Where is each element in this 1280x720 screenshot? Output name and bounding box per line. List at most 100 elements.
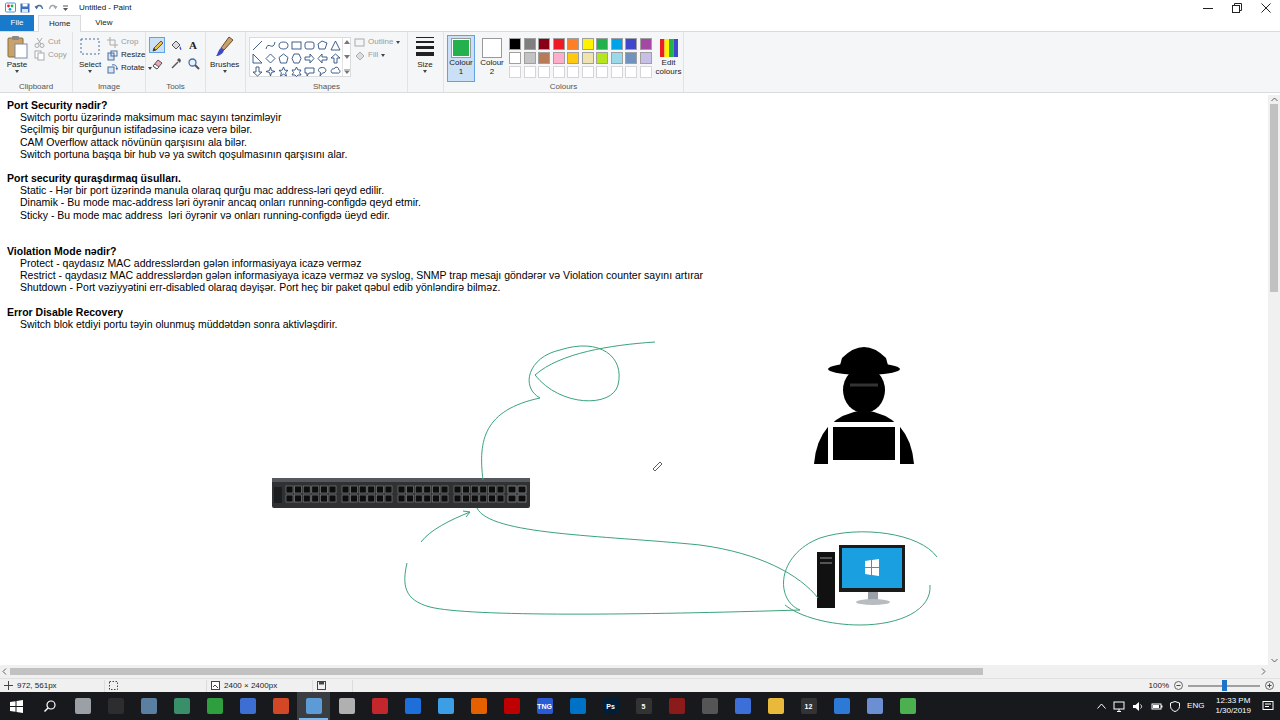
palette-colour[interactable] xyxy=(567,66,579,78)
palette-colour[interactable] xyxy=(509,38,521,50)
taskbar-app[interactable]: 5 xyxy=(627,692,660,720)
shape-icon[interactable] xyxy=(316,39,328,51)
scroll-up-icon[interactable] xyxy=(1271,95,1278,104)
taskbar-app[interactable] xyxy=(297,692,330,720)
palette-colour[interactable] xyxy=(567,38,579,50)
file-menu[interactable]: File xyxy=(0,15,34,31)
taskbar-app[interactable] xyxy=(396,692,429,720)
shape-icon[interactable] xyxy=(316,65,328,77)
text-tool[interactable]: A xyxy=(185,37,201,53)
dropdown-arrow-icon[interactable] xyxy=(381,54,385,57)
dropdown-arrow-icon[interactable] xyxy=(423,70,427,73)
palette-colour[interactable] xyxy=(582,38,594,50)
notifications-icon[interactable] xyxy=(1262,700,1274,712)
taskbar-app[interactable]: TNG xyxy=(528,692,561,720)
scroll-down-icon[interactable] xyxy=(1271,656,1278,665)
more-icon[interactable] xyxy=(344,69,350,74)
save-icon[interactable] xyxy=(20,3,30,13)
zoom-in-icon[interactable] xyxy=(1265,681,1274,690)
colour2-button[interactable]: Colour 2 xyxy=(478,35,506,82)
palette-colour[interactable] xyxy=(538,66,550,78)
network-icon[interactable] xyxy=(1113,701,1125,712)
pencil-tool[interactable] xyxy=(149,37,165,53)
palette-colour[interactable] xyxy=(553,52,565,64)
palette-colour[interactable] xyxy=(625,38,637,50)
taskbar-app[interactable] xyxy=(363,692,396,720)
zoom-slider[interactable] xyxy=(1188,685,1260,687)
palette-colour[interactable] xyxy=(596,52,608,64)
fill-tool[interactable] xyxy=(167,37,183,53)
palette-colour[interactable] xyxy=(524,52,536,64)
eraser-tool[interactable] xyxy=(149,55,165,71)
taskbar-app[interactable] xyxy=(660,692,693,720)
shape-icon[interactable] xyxy=(277,52,289,64)
palette-colour[interactable] xyxy=(611,38,623,50)
undo-icon[interactable] xyxy=(34,3,44,13)
palette-colour[interactable] xyxy=(640,52,652,64)
taskbar-app[interactable] xyxy=(330,692,363,720)
shape-icon[interactable] xyxy=(264,52,276,64)
scroll-track[interactable] xyxy=(10,665,1258,678)
shape-icon[interactable] xyxy=(329,65,341,77)
close-button[interactable] xyxy=(1251,0,1280,15)
shape-icon[interactable] xyxy=(264,65,276,77)
dropdown-arrow-icon[interactable] xyxy=(88,70,92,73)
search-button[interactable] xyxy=(33,692,66,720)
scroll-track[interactable] xyxy=(1268,104,1280,656)
shape-icon[interactable] xyxy=(316,52,328,64)
taskbar-app[interactable] xyxy=(198,692,231,720)
palette-colour[interactable] xyxy=(596,66,608,78)
shield-icon[interactable] xyxy=(1170,701,1180,712)
dropdown-arrow-icon[interactable] xyxy=(396,41,400,44)
palette-colour[interactable] xyxy=(640,38,652,50)
taskbar-app[interactable] xyxy=(165,692,198,720)
colour1-button[interactable]: Colour 1 xyxy=(447,35,475,82)
taskbar-app[interactable] xyxy=(99,692,132,720)
select-button[interactable]: Select xyxy=(76,35,104,82)
taskbar-app[interactable] xyxy=(264,692,297,720)
shape-icon[interactable] xyxy=(290,65,302,77)
scroll-up-icon[interactable] xyxy=(344,40,350,44)
taskbar-app[interactable] xyxy=(726,692,759,720)
taskbar-app[interactable] xyxy=(759,692,792,720)
redo-icon[interactable] xyxy=(48,3,58,13)
palette-colour[interactable] xyxy=(625,66,637,78)
language-indicator[interactable]: ENG xyxy=(1187,700,1204,712)
taskbar-app[interactable] xyxy=(495,692,528,720)
palette-colour[interactable] xyxy=(538,38,550,50)
shape-icon[interactable] xyxy=(277,39,289,51)
palette-colour[interactable] xyxy=(553,66,565,78)
canvas[interactable]: Port Security nədir?Switch portu üzərind… xyxy=(0,95,1268,665)
taskbar-app[interactable]: Ps xyxy=(594,692,627,720)
outline-button[interactable]: Outline xyxy=(354,36,400,48)
shape-icon[interactable] xyxy=(251,52,263,64)
vertical-scrollbar[interactable] xyxy=(1268,95,1280,665)
shape-icon[interactable] xyxy=(329,52,341,64)
shape-icon[interactable] xyxy=(251,39,263,51)
palette-colour[interactable] xyxy=(524,66,536,78)
taskbar-app[interactable]: 12 xyxy=(792,692,825,720)
copy-button[interactable]: Copy xyxy=(34,49,67,61)
dropdown-arrow-icon[interactable] xyxy=(15,70,19,73)
palette-colour[interactable] xyxy=(582,52,594,64)
taskbar-app[interactable] xyxy=(693,692,726,720)
magnifier-tool[interactable] xyxy=(185,55,201,71)
fill-button[interactable]: Fill xyxy=(354,49,400,61)
taskbar-app[interactable] xyxy=(561,692,594,720)
minimize-button[interactable] xyxy=(1193,0,1222,15)
clock[interactable]: 12:33 PM1/30/2019 xyxy=(1211,696,1255,716)
shape-icon[interactable] xyxy=(251,65,263,77)
palette-colour[interactable] xyxy=(509,52,521,64)
size-button[interactable]: Size xyxy=(411,35,439,82)
cut-button[interactable]: Cut xyxy=(34,36,67,48)
taskbar-app[interactable] xyxy=(132,692,165,720)
scroll-thumb[interactable] xyxy=(10,668,983,675)
brushes-button[interactable]: Brushes xyxy=(209,35,240,82)
palette-colour[interactable] xyxy=(625,52,637,64)
taskbar-app[interactable] xyxy=(858,692,891,720)
crop-button[interactable]: Crop xyxy=(107,36,152,48)
palette-colour[interactable] xyxy=(553,38,565,50)
palette-colour[interactable] xyxy=(611,66,623,78)
scroll-left-icon[interactable] xyxy=(0,668,10,675)
taskbar-app[interactable] xyxy=(66,692,99,720)
